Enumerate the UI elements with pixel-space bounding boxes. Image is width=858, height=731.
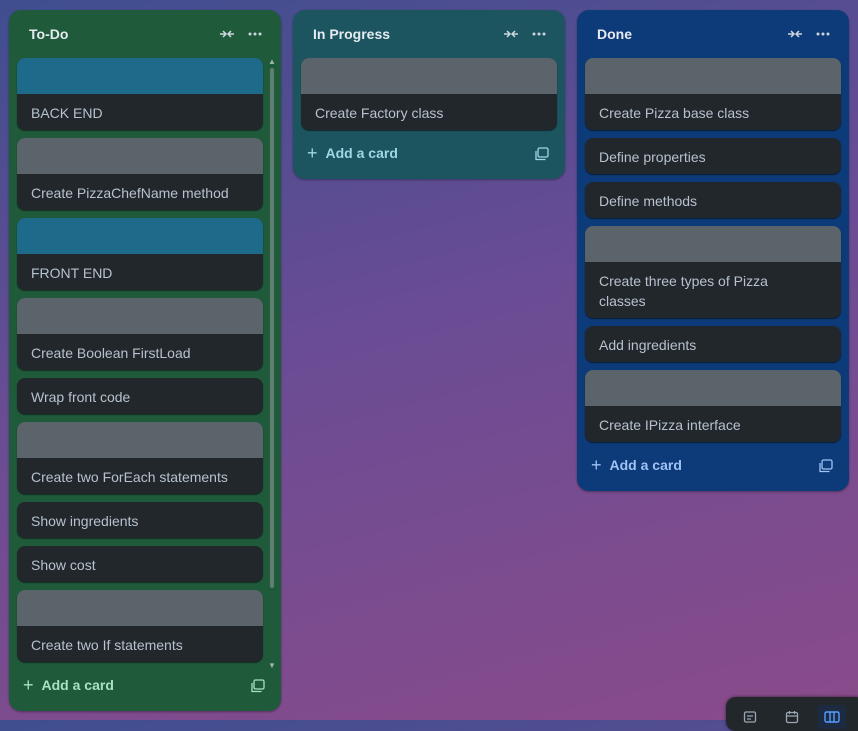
list-in-progress: In Progress Create Factory class + Add a…	[293, 10, 565, 179]
card[interactable]: Create Boolean FirstLoad	[17, 298, 263, 370]
list-todo: To-Do BACK END Create PizzaChefName meth…	[9, 10, 281, 711]
inbox-icon[interactable]	[736, 705, 764, 729]
add-card-label: Add a card	[41, 677, 114, 693]
plus-icon: +	[591, 455, 602, 475]
card-cover	[17, 138, 263, 174]
plus-icon: +	[23, 675, 34, 695]
list-header[interactable]: In Progress	[293, 10, 565, 58]
card-cover	[301, 58, 557, 94]
card-title: Add ingredients	[599, 337, 697, 353]
card-cover	[17, 298, 263, 334]
card[interactable]: FRONT END	[17, 218, 263, 290]
card-cover	[17, 58, 263, 94]
card[interactable]: Create Pizza base class	[585, 58, 841, 130]
list-header[interactable]: Done	[577, 10, 849, 58]
card[interactable]: Wrap front code	[17, 378, 263, 414]
card-title: Create Pizza base class	[599, 105, 750, 121]
add-card-label: Add a card	[325, 145, 398, 161]
list-scrollbar[interactable]: ▲ ▼	[268, 58, 276, 672]
card-title: Show cost	[31, 557, 96, 573]
card-cover	[17, 218, 263, 254]
card-title: Show ingredients	[31, 513, 139, 529]
card-cover	[585, 226, 841, 262]
card-title: Create three types of Pizza classes	[599, 273, 768, 309]
card-template-icon[interactable]	[249, 677, 267, 695]
card[interactable]: Define properties	[585, 138, 841, 174]
card-title: FRONT END	[31, 265, 113, 281]
card[interactable]: Create two ForEach statements	[17, 422, 263, 494]
list-done: Done Create Pizza base class Define prop…	[577, 10, 849, 491]
scroll-thumb[interactable]	[270, 68, 274, 588]
list-title[interactable]: To-Do	[29, 26, 68, 42]
collapse-arrows-icon[interactable]	[499, 22, 523, 46]
card-title: Define properties	[599, 149, 706, 165]
card[interactable]: Create two If statements	[17, 590, 263, 662]
scroll-up-icon[interactable]: ▲	[268, 58, 276, 66]
card[interactable]: Create IPizza interface	[585, 370, 841, 442]
card-template-icon[interactable]	[533, 145, 551, 163]
card-title: Create Boolean FirstLoad	[31, 345, 191, 361]
card[interactable]: Show cost	[17, 546, 263, 582]
card[interactable]: Create three types of Pizza classes	[585, 226, 841, 318]
list-title[interactable]: In Progress	[313, 26, 390, 42]
card-title: Create two If statements	[31, 637, 183, 653]
card-title: Define methods	[599, 193, 698, 209]
card-cover	[585, 370, 841, 406]
add-card-button[interactable]: + Add a card	[23, 676, 114, 694]
more-horizontal-icon[interactable]	[243, 22, 267, 46]
card-title: Create PizzaChefName method	[31, 185, 229, 201]
card-title: Wrap front code	[31, 389, 131, 405]
board-icon[interactable]	[818, 705, 846, 729]
card-title: Create Factory class	[315, 105, 444, 121]
list-header[interactable]: To-Do	[9, 10, 281, 58]
card-title: Create two ForEach statements	[31, 469, 228, 485]
collapse-arrows-icon[interactable]	[783, 22, 807, 46]
view-switcher-bar	[726, 697, 858, 731]
card-cover	[17, 590, 263, 626]
card-title: BACK END	[31, 105, 103, 121]
card-cover	[585, 58, 841, 94]
collapse-arrows-icon[interactable]	[215, 22, 239, 46]
more-horizontal-icon[interactable]	[527, 22, 551, 46]
card[interactable]: BACK END	[17, 58, 263, 130]
card[interactable]: Create Factory class	[301, 58, 557, 130]
card-cover	[17, 422, 263, 458]
scroll-down-icon[interactable]: ▼	[268, 662, 276, 670]
calendar-icon[interactable]	[778, 705, 806, 729]
card-template-icon[interactable]	[817, 457, 835, 475]
card[interactable]: Create PizzaChefName method	[17, 138, 263, 210]
card[interactable]: Show ingredients	[17, 502, 263, 538]
add-card-button[interactable]: + Add a card	[591, 456, 682, 474]
card[interactable]: Add ingredients	[585, 326, 841, 362]
add-card-label: Add a card	[609, 457, 682, 473]
card[interactable]: Define methods	[585, 182, 841, 218]
more-horizontal-icon[interactable]	[811, 22, 835, 46]
list-title[interactable]: Done	[597, 26, 632, 42]
plus-icon: +	[307, 143, 318, 163]
card-title: Create IPizza interface	[599, 417, 741, 433]
add-card-button[interactable]: + Add a card	[307, 144, 398, 162]
